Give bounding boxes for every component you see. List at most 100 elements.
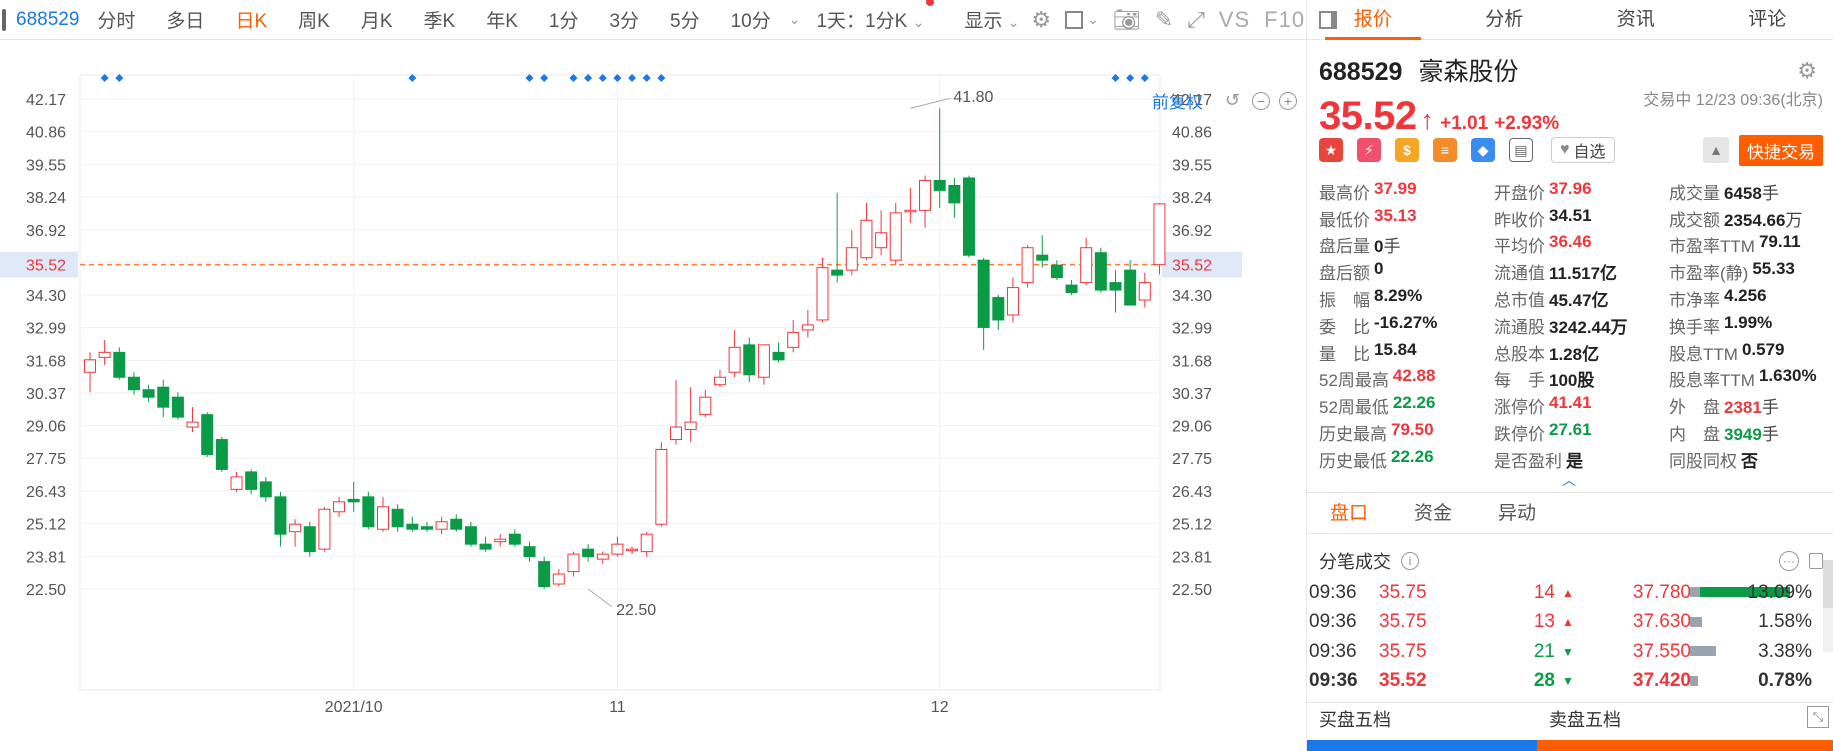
stat-item: 股息TTM 0.579 — [1669, 340, 1829, 365]
tag-icon[interactable]: ◆ — [1471, 138, 1495, 162]
tab-order-book[interactable]: 盘口 — [1307, 493, 1391, 533]
vs-button[interactable]: VS — [1219, 7, 1250, 33]
camera-icon[interactable]: 📷︎ — [1113, 7, 1141, 33]
chevron-down-icon: ⌄ — [912, 14, 925, 30]
stat-value: 36.46 — [1549, 232, 1592, 257]
info-icon[interactable]: i — [1401, 552, 1419, 570]
f10-button[interactable]: F10 — [1264, 7, 1305, 33]
stat-label: 盘后额 — [1319, 264, 1370, 284]
y-axis-tick-label: 29.06 — [26, 419, 66, 436]
tab-comments[interactable]: 评论 — [1702, 0, 1833, 39]
stat-number: -16.27% — [1374, 312, 1438, 332]
kline-chart-area[interactable]: 42.17 42.17 40.86 40.86 39.55 39.55 38.24 38.24… — [0, 40, 1306, 751]
reset-icon[interactable]: ↺ — [1225, 90, 1240, 111]
more-icon[interactable]: ··· — [1779, 551, 1799, 571]
zoom-out-icon[interactable]: − — [1252, 91, 1270, 110]
minute-kline-select[interactable]: 1天：1分K ⌄ — [816, 0, 935, 33]
quick-trade-button[interactable]: 快捷交易 — [1739, 134, 1823, 166]
sidebar-toggle-icon[interactable] — [2, 8, 6, 31]
triangle-down-icon: ▼ — [1562, 674, 1574, 689]
expand-icon[interactable]: ⤡ — [1807, 706, 1829, 728]
adjust-button[interactable]: 前复权 — [1152, 88, 1203, 113]
scrollbar-thumb[interactable] — [1823, 560, 1833, 608]
scrollbar-track[interactable] — [1823, 608, 1833, 652]
tab-fund-flow[interactable]: 资金 — [1391, 493, 1475, 533]
stat-number: 34.51 — [1549, 205, 1592, 225]
candle-body-up — [875, 232, 888, 249]
candle-body-down — [391, 508, 404, 528]
y-axis-tick-label: 29.06 — [1172, 419, 1212, 436]
chevron-up-icon[interactable]: ︿ — [1562, 470, 1576, 490]
detail-subtabs: 盘口 资金 异动 — [1307, 492, 1833, 534]
quote-stats-grid: 最高价 37.99 开盘价 37.96 成交量 6458手 最低价 35.13 昨收价 34.51… — [1319, 178, 1829, 473]
tab-quote[interactable]: 报价 — [1307, 0, 1439, 40]
period-tab[interactable]: 分时 — [97, 6, 135, 33]
candle-body-up — [1080, 247, 1093, 284]
stat-number: 8.29% — [1374, 286, 1423, 306]
period-tab[interactable]: 月K — [361, 6, 393, 33]
tab-anomaly[interactable]: 异动 — [1475, 493, 1559, 533]
settings-icon[interactable]: ⚙ — [1797, 58, 1817, 84]
max-price-label: 41.80 — [953, 89, 993, 106]
buy-ratio-bar — [1307, 740, 1537, 751]
quote-panel: 报价 分析 资讯 评论 688529 豪森股份 ⚙ 35.52 ↑ +1.01 … — [1306, 0, 1833, 751]
stat-unit: 手 — [1761, 398, 1779, 418]
candle-body-down — [420, 526, 433, 530]
column-settings-icon[interactable] — [1809, 553, 1823, 569]
stat-number: 45.47亿 — [1549, 291, 1609, 311]
tab-news[interactable]: 资讯 — [1570, 0, 1702, 39]
stat-item: 平均价 36.46 — [1494, 232, 1669, 257]
stat-item: 成交量 6458手 — [1669, 179, 1829, 204]
stat-number: 79.50 — [1391, 420, 1434, 440]
tab-analysis[interactable]: 分析 — [1439, 0, 1571, 39]
pencil-icon[interactable]: ✎ — [1155, 7, 1173, 33]
y-axis-tick-label: 38.24 — [1172, 190, 1212, 207]
stats-row: 盘后额 0 流通值 11.517亿 市盈率(静) 55.33 — [1319, 258, 1829, 285]
china-flag-icon[interactable]: ★ — [1319, 138, 1343, 162]
candle-body-up — [655, 448, 668, 525]
display-menu[interactable]: 显示 ⌄ — [964, 6, 1019, 33]
candle-body-up — [596, 553, 609, 560]
chevron-down-icon: ⌄ — [1007, 14, 1020, 30]
stat-number: 3242.44万 — [1549, 317, 1628, 337]
period-tab[interactable]: 多日 — [166, 6, 204, 33]
stat-label: 52周最低 — [1319, 398, 1389, 418]
period-tab[interactable]: 3分 — [609, 6, 639, 33]
stat-number: 55.33 — [1752, 259, 1795, 279]
stat-item: 流通值 11.517亿 — [1494, 259, 1669, 284]
candle-body-down — [831, 269, 844, 276]
period-tab-active[interactable]: 日K — [235, 6, 267, 33]
period-tab[interactable]: 季K — [424, 6, 456, 33]
stat-number: 15.84 — [1374, 339, 1417, 359]
zoom-in-icon[interactable]: + — [1279, 91, 1297, 110]
period-tab[interactable]: 年K — [486, 6, 518, 33]
candle-body-up — [186, 421, 199, 428]
tick-volume: 21 — [1533, 640, 1555, 662]
add-favorite-button[interactable]: ♥ 自选 — [1551, 137, 1615, 163]
candle-body-down — [977, 259, 990, 328]
stat-label: 平均价 — [1494, 237, 1545, 257]
bookmark-icon[interactable]: ▤ — [1509, 138, 1533, 162]
draw-box-icon[interactable]: ⌄ — [1065, 10, 1099, 29]
period-tab[interactable]: 5分 — [670, 6, 700, 33]
stat-item: 总市值 45.47亿 — [1494, 286, 1669, 311]
shares-icon[interactable]: ≡ — [1433, 138, 1457, 162]
stat-item: 股息率TTM 1.630% — [1669, 366, 1829, 391]
period-tab[interactable]: 1分 — [549, 6, 579, 33]
bell-icon[interactable]: ▲ — [1703, 137, 1729, 163]
period-tab[interactable]: 周K — [298, 6, 330, 33]
fullscreen-icon[interactable]: ⤢ — [1187, 7, 1205, 33]
gear-icon[interactable]: ⚙ — [1031, 7, 1051, 33]
coin-icon[interactable]: $ — [1395, 138, 1419, 162]
tick-ratio-bar — [1690, 646, 1716, 656]
stat-label: 总股本 — [1494, 344, 1545, 364]
chart-action-icon[interactable]: ⚡ — [1357, 138, 1381, 162]
stat-number: 4.256 — [1724, 286, 1767, 306]
period-tab[interactable]: 10分 — [731, 6, 771, 33]
tick-trades-list: 09:36 35.75 14 ▲ 37.780 13.09% 09:36 35.75 13 ▲ 37… — [1307, 578, 1833, 696]
candle-body-down — [157, 386, 170, 408]
kline-chart[interactable]: 42.17 42.1740.86 40.8639.55 39.5538.24 38.24… — [0, 40, 1306, 751]
y-axis-tick-label: 34.30 — [26, 288, 66, 305]
stat-number: 2381 — [1724, 398, 1762, 418]
chevron-down-icon[interactable]: ⌄ — [789, 11, 801, 28]
